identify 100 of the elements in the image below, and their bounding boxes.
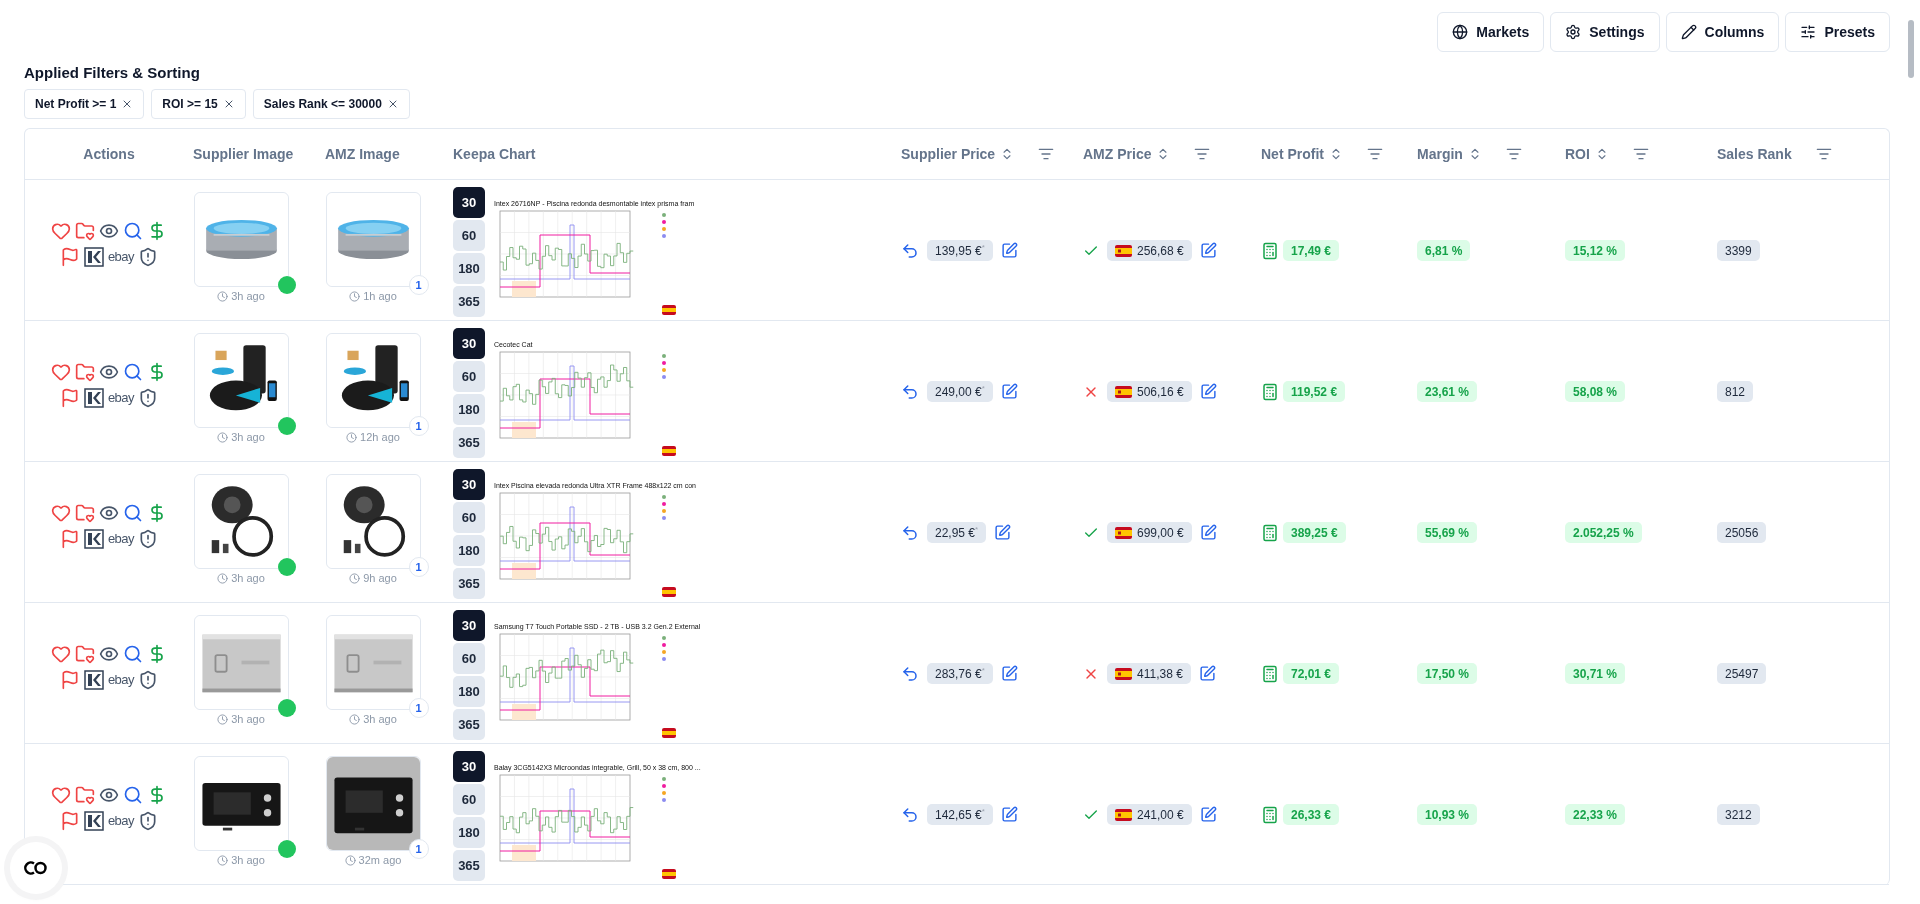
heart-icon[interactable] [51,784,71,805]
column-header[interactable]: Actions [83,146,135,162]
period-tab[interactable]: 30 [453,187,485,218]
period-tab[interactable]: 180 [453,394,485,425]
heart-icon[interactable] [51,643,71,664]
shield-alert-icon[interactable] [138,528,159,549]
column-header[interactable]: ROI [1565,146,1590,162]
folder-heart-icon[interactable] [75,643,95,664]
undo-icon[interactable] [901,382,919,401]
shield-alert-icon[interactable] [138,810,159,831]
undo-icon[interactable] [901,664,919,683]
search-icon[interactable] [123,643,143,664]
toolbar-button[interactable]: Settings [1550,12,1660,52]
folder-heart-icon[interactable] [75,361,95,382]
filter-icon[interactable] [1367,146,1383,162]
clock-icon [349,572,361,584]
search-icon[interactable] [123,502,143,523]
edit-icon[interactable] [1199,383,1217,400]
filter-chip[interactable]: Sales Rank <= 30000 [252,89,410,119]
column-header[interactable]: Supplier Price [901,146,996,162]
period-tab[interactable]: 180 [453,676,485,707]
toolbar-button[interactable]: Markets [1437,12,1545,52]
folder-heart-icon[interactable] [75,220,95,241]
ebay-link[interactable]: ebay [107,672,135,687]
period-tab[interactable]: 180 [453,253,485,284]
edit-icon[interactable] [1199,806,1217,823]
edit-icon[interactable] [1000,383,1018,400]
shield-alert-icon[interactable] [138,669,159,690]
undo-icon[interactable] [901,241,919,260]
ebay-link[interactable]: ebay [107,531,135,546]
column-header[interactable]: Net Profit [1261,146,1324,162]
filter-chip[interactable]: ROI >= 15 [151,89,246,119]
ebay-link[interactable]: ebay [107,249,135,264]
calculator-icon[interactable] [1261,241,1279,260]
column-header[interactable]: AMZ Image [325,146,400,162]
period-tab[interactable]: 60 [453,220,485,251]
folder-heart-icon[interactable] [75,784,95,805]
column-header[interactable]: Keepa Chart [453,146,536,162]
period-tab[interactable]: 365 [453,850,485,881]
heart-icon[interactable] [51,220,71,241]
period-tab[interactable]: 30 [453,469,485,500]
filter-icon[interactable] [1632,146,1649,162]
heart-icon[interactable] [51,361,71,382]
filter-chip[interactable]: Net Profit >= 1 [24,89,145,119]
period-tab[interactable]: 365 [453,568,485,599]
edit-icon[interactable] [1198,665,1216,682]
flag-icon [662,728,676,738]
calculator-icon[interactable] [1261,523,1279,542]
calculator-icon[interactable] [1261,382,1279,401]
period-tab[interactable]: 365 [453,286,485,317]
flag-icon [1115,667,1132,680]
calculator-icon[interactable] [1261,805,1279,824]
column-header[interactable]: Supplier Image [193,146,294,162]
keepa-logo-icon[interactable] [83,810,104,831]
flag-icon [662,869,676,879]
period-tab[interactable]: 60 [453,784,485,815]
filter-icon[interactable] [1505,146,1522,162]
scrollbar-thumb[interactable] [1908,20,1914,78]
period-tab[interactable]: 30 [453,328,485,359]
undo-icon[interactable] [901,805,919,824]
edit-icon[interactable] [1000,665,1018,682]
search-icon[interactable] [123,220,143,241]
keepa-logo-icon[interactable] [83,669,104,690]
folder-heart-icon[interactable] [75,502,95,523]
filter-icon[interactable] [1815,146,1832,162]
column-header[interactable]: AMZ Price [1083,146,1152,162]
toolbar-button[interactable]: Columns [1665,12,1780,52]
period-tab[interactable]: 60 [453,361,485,392]
edit-icon[interactable] [1000,242,1018,259]
keepa-logo-icon[interactable] [83,246,104,267]
price-tag: 22,95 €$^{*}$ [927,522,987,543]
ebay-link[interactable]: ebay [107,813,135,828]
search-icon[interactable] [123,784,143,805]
column-header[interactable]: Margin [1417,146,1463,162]
period-tab[interactable]: 365 [453,709,485,740]
calculator-icon[interactable] [1261,664,1279,683]
keepa-logo-icon[interactable] [83,528,104,549]
search-icon[interactable] [123,361,143,382]
edit-icon[interactable] [1199,524,1217,541]
period-tab[interactable]: 365 [453,427,485,458]
period-tab[interactable]: 180 [453,535,485,566]
shield-alert-icon[interactable] [138,387,159,408]
toolbar-button[interactable]: Presets [1785,12,1890,52]
edit-icon[interactable] [1000,806,1018,823]
heart-icon[interactable] [51,502,71,523]
updated-time: 3h ago [231,290,265,302]
column-header[interactable]: Sales Rank [1717,146,1792,162]
edit-icon[interactable] [1199,242,1217,259]
edit-icon[interactable] [994,524,1012,541]
period-tab[interactable]: 60 [453,643,485,674]
keepa-logo-icon[interactable] [83,387,104,408]
filter-icon[interactable] [1194,146,1211,162]
shield-alert-icon[interactable] [138,246,159,267]
period-tab[interactable]: 180 [453,817,485,848]
period-tab[interactable]: 30 [453,610,485,641]
ebay-link[interactable]: ebay [107,390,135,405]
undo-icon[interactable] [901,523,919,542]
period-tab[interactable]: 60 [453,502,485,533]
filter-icon[interactable] [1038,146,1055,162]
period-tab[interactable]: 30 [453,751,485,782]
